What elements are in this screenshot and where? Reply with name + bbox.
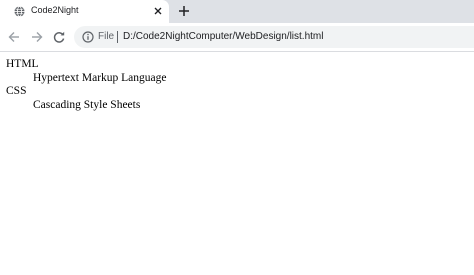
toolbar: File D:/Code2NightComputer/WebDesign/lis… <box>0 23 474 52</box>
term-css: CSS <box>6 85 27 97</box>
plus-icon[interactable] <box>177 4 191 18</box>
tab-title: Code2Night <box>31 5 79 15</box>
scheme-label: File <box>98 31 115 42</box>
address-divider <box>117 31 118 43</box>
arrow-left-icon[interactable] <box>7 30 21 44</box>
tab-code2night[interactable]: Code2Night <box>0 0 169 23</box>
term-html: HTML <box>6 58 39 70</box>
url-text[interactable]: D:/Code2NightComputer/WebDesign/list.htm… <box>123 31 323 42</box>
browser-window: Code2Night File D:/Code2NightComputer/We… <box>0 0 474 275</box>
definition-list: HTML Hypertext Markup Language CSS Casca… <box>6 58 474 112</box>
address-bar[interactable]: File D:/Code2NightComputer/WebDesign/lis… <box>74 26 474 48</box>
reload-icon[interactable] <box>52 30 66 44</box>
page-content: HTML Hypertext Markup Language CSS Casca… <box>0 52 474 275</box>
arrow-right-icon[interactable] <box>30 30 44 44</box>
definition-css: Cascading Style Sheets <box>33 98 141 111</box>
tab-strip: Code2Night <box>0 0 474 23</box>
close-icon[interactable] <box>152 5 164 17</box>
definition-html: Hypertext Markup Language <box>33 71 167 84</box>
globe-icon <box>14 6 25 17</box>
info-icon[interactable] <box>82 31 94 43</box>
